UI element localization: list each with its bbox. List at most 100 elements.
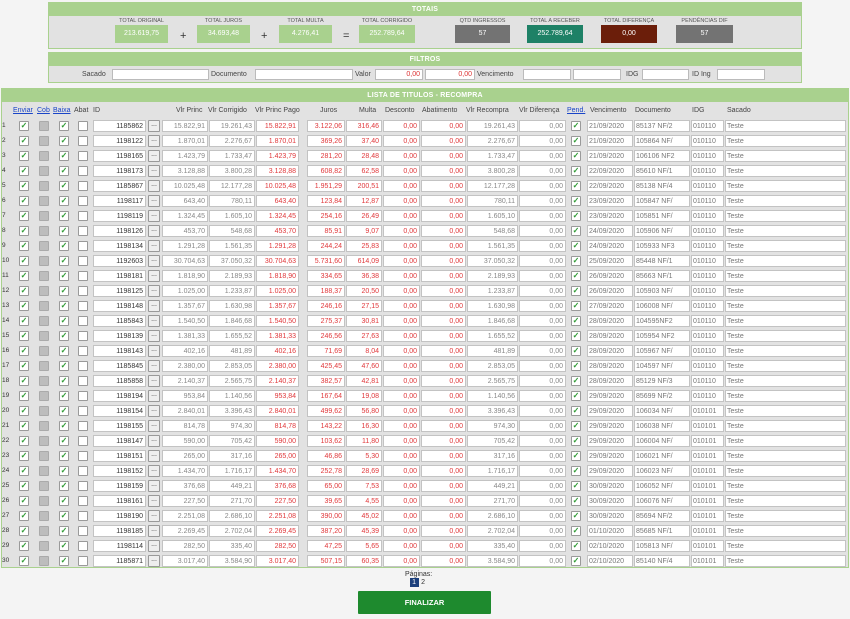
details-button[interactable]: ...	[148, 375, 160, 387]
baixa-checkbox[interactable]: ✓	[59, 316, 69, 326]
documento-cell[interactable]: 85699 NF/2	[634, 390, 690, 402]
vlr-recompra-cell[interactable]: 2.853,05	[467, 360, 518, 372]
idg-cell[interactable]: 010110	[691, 360, 724, 372]
juros-cell[interactable]: 244,24	[307, 240, 345, 252]
vlr-diferenca-cell[interactable]: 0,00	[519, 540, 566, 552]
idg-cell[interactable]: 010110	[691, 135, 724, 147]
multa-cell[interactable]: 47,60	[346, 360, 382, 372]
desconto-cell[interactable]: 0,00	[383, 120, 420, 132]
vlr-diferenca-cell[interactable]: 0,00	[519, 555, 566, 567]
sacado-cell[interactable]: Teste	[725, 210, 846, 222]
juros-cell[interactable]: 39,65	[307, 495, 345, 507]
abat-checkbox[interactable]	[78, 286, 88, 296]
vlr-corrigido-cell[interactable]: 548,68	[209, 225, 255, 237]
vlr-diferenca-cell[interactable]: 0,00	[519, 165, 566, 177]
abat-checkbox[interactable]	[78, 556, 88, 566]
vlr-diferenca-cell[interactable]: 0,00	[519, 135, 566, 147]
enviar-checkbox[interactable]: ✓	[19, 226, 29, 236]
pend-checkbox[interactable]: ✓	[571, 481, 581, 491]
cob-checkbox[interactable]	[39, 421, 49, 431]
multa-cell[interactable]: 316,46	[346, 120, 382, 132]
pend-checkbox[interactable]: ✓	[571, 436, 581, 446]
vlr-corrigido-cell[interactable]: 780,11	[209, 195, 255, 207]
juros-cell[interactable]: 5.731,60	[307, 255, 345, 267]
sacado-cell[interactable]: Teste	[725, 135, 846, 147]
vlr-princ-cell[interactable]: 2.840,01	[162, 405, 208, 417]
vlr-princ-cell[interactable]: 1.381,33	[162, 330, 208, 342]
pend-checkbox[interactable]: ✓	[571, 421, 581, 431]
vlr-princ-cell[interactable]: 1.324,45	[162, 210, 208, 222]
sacado-cell[interactable]: Teste	[725, 540, 846, 552]
baixa-checkbox[interactable]: ✓	[59, 211, 69, 221]
pend-checkbox[interactable]: ✓	[571, 511, 581, 521]
vlr-recompra-cell[interactable]: 780,11	[467, 195, 518, 207]
documento-cell[interactable]: 85129 NF/3	[634, 375, 690, 387]
vencimento-cell[interactable]: 30/09/2020	[587, 495, 633, 507]
enviar-checkbox[interactable]: ✓	[19, 436, 29, 446]
documento-cell[interactable]: 85140 NF/4	[634, 555, 690, 567]
baixa-checkbox[interactable]: ✓	[59, 511, 69, 521]
baixa-checkbox[interactable]: ✓	[59, 331, 69, 341]
desconto-cell[interactable]: 0,00	[383, 525, 420, 537]
vencimento-cell[interactable]: 30/09/2020	[587, 510, 633, 522]
vlr-princ-pago-cell[interactable]: 2.140,37	[256, 375, 299, 387]
baixa-checkbox[interactable]: ✓	[59, 526, 69, 536]
idg-cell[interactable]: 010110	[691, 210, 724, 222]
abat-checkbox[interactable]	[78, 301, 88, 311]
vlr-princ-pago-cell[interactable]: 376,68	[256, 480, 299, 492]
vlr-princ-cell[interactable]: 282,50	[162, 540, 208, 552]
vlr-princ-cell[interactable]: 953,84	[162, 390, 208, 402]
cob-checkbox[interactable]	[39, 556, 49, 566]
pend-checkbox[interactable]: ✓	[571, 196, 581, 206]
abat-checkbox[interactable]	[78, 361, 88, 371]
documento-cell[interactable]: 105813 NF/	[634, 540, 690, 552]
multa-cell[interactable]: 37,40	[346, 135, 382, 147]
abatimento-cell[interactable]: 0,00	[421, 120, 466, 132]
enviar-checkbox[interactable]: ✓	[19, 166, 29, 176]
sacado-cell[interactable]: Teste	[725, 480, 846, 492]
abatimento-cell[interactable]: 0,00	[421, 555, 466, 567]
vencimento-cell[interactable]: 21/09/2020	[587, 135, 633, 147]
baixa-checkbox[interactable]: ✓	[59, 241, 69, 251]
documento-input[interactable]	[255, 69, 353, 80]
documento-cell[interactable]: 104595NF2	[634, 315, 690, 327]
vlr-recompra-cell[interactable]: 705,42	[467, 435, 518, 447]
vlr-corrigido-cell[interactable]: 2.853,05	[209, 360, 255, 372]
abat-checkbox[interactable]	[78, 526, 88, 536]
juros-cell[interactable]: 103,62	[307, 435, 345, 447]
abatimento-cell[interactable]: 0,00	[421, 150, 466, 162]
vencimento-cell[interactable]: 26/09/2020	[587, 270, 633, 282]
details-button[interactable]: ...	[148, 240, 160, 252]
vlr-recompra-cell[interactable]: 548,68	[467, 225, 518, 237]
details-button[interactable]: ...	[148, 225, 160, 237]
abatimento-cell[interactable]: 0,00	[421, 450, 466, 462]
cob-checkbox[interactable]	[39, 196, 49, 206]
vlr-diferenca-cell[interactable]: 0,00	[519, 270, 566, 282]
details-button[interactable]: ...	[148, 300, 160, 312]
pend-checkbox[interactable]: ✓	[571, 391, 581, 401]
abatimento-cell[interactable]: 0,00	[421, 270, 466, 282]
vencimento-cell[interactable]: 28/09/2020	[587, 360, 633, 372]
juros-cell[interactable]: 47,25	[307, 540, 345, 552]
vlr-princ-cell[interactable]: 402,16	[162, 345, 208, 357]
vlr-diferenca-cell[interactable]: 0,00	[519, 510, 566, 522]
juros-cell[interactable]: 281,20	[307, 150, 345, 162]
juros-cell[interactable]: 167,64	[307, 390, 345, 402]
juros-cell[interactable]: 334,65	[307, 270, 345, 282]
baixa-checkbox[interactable]: ✓	[59, 421, 69, 431]
vlr-princ-pago-cell[interactable]: 2.380,00	[256, 360, 299, 372]
vencimento-ate-input[interactable]	[573, 69, 621, 80]
vlr-corrigido-cell[interactable]: 449,21	[209, 480, 255, 492]
abat-checkbox[interactable]	[78, 541, 88, 551]
vlr-princ-cell[interactable]: 265,00	[162, 450, 208, 462]
documento-cell[interactable]: 85138 NF/4	[634, 180, 690, 192]
abatimento-cell[interactable]: 0,00	[421, 510, 466, 522]
abatimento-cell[interactable]: 0,00	[421, 315, 466, 327]
idg-cell[interactable]: 010110	[691, 390, 724, 402]
vlr-princ-pago-cell[interactable]: 643,40	[256, 195, 299, 207]
pend-checkbox[interactable]: ✓	[571, 346, 581, 356]
cob-checkbox[interactable]	[39, 466, 49, 476]
vlr-recompra-cell[interactable]: 317,16	[467, 450, 518, 462]
abatimento-cell[interactable]: 0,00	[421, 435, 466, 447]
documento-cell[interactable]: 106052 NF/	[634, 480, 690, 492]
